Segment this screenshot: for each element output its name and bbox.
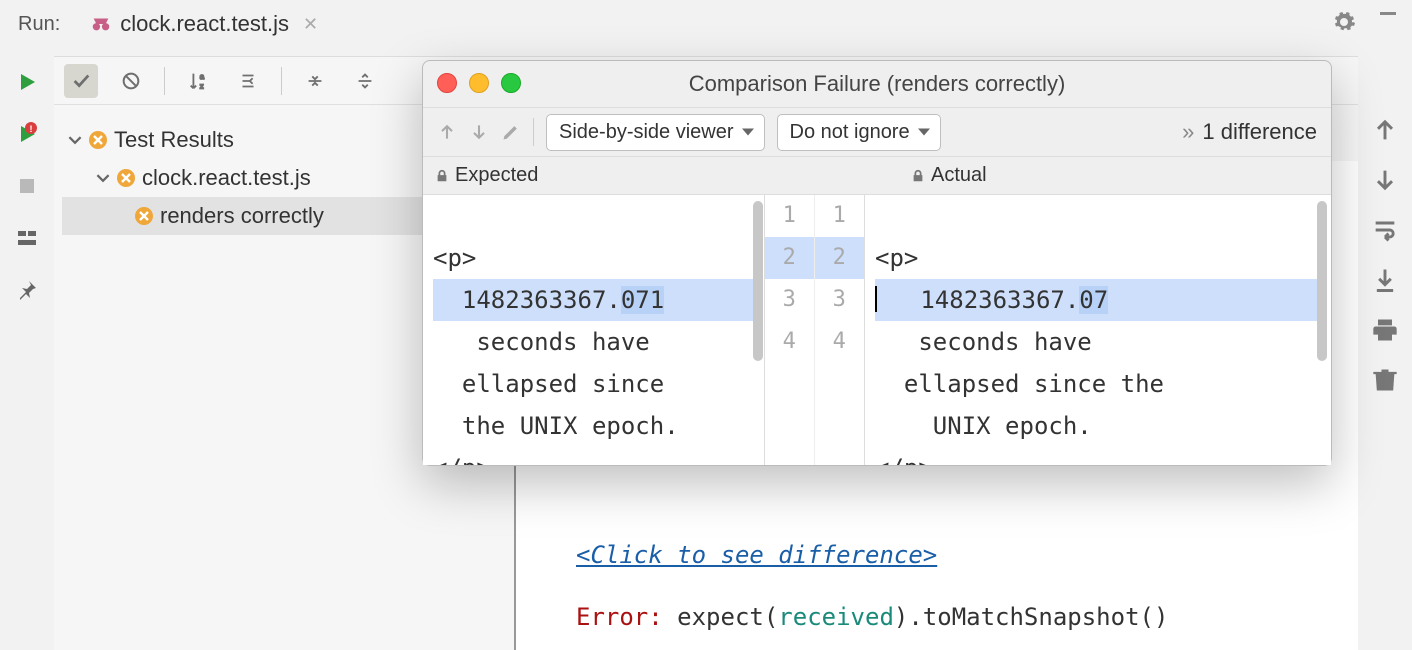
layout-icon[interactable] [15, 226, 39, 250]
close-icon[interactable]: ✕ [303, 14, 318, 35]
comparison-dialog: Comparison Failure (renders correctly) S… [422, 60, 1332, 466]
diff-count: » 1 difference [1182, 119, 1317, 145]
fail-icon [88, 130, 108, 150]
stop-icon[interactable] [15, 174, 39, 198]
separator [533, 118, 534, 146]
scrollbar[interactable] [1317, 201, 1327, 361]
line-gutters: 1234 1234 [765, 195, 865, 465]
window-close-icon[interactable] [437, 73, 457, 93]
collapse-all-icon[interactable] [298, 64, 332, 98]
show-ignored-toggle[interactable] [114, 64, 148, 98]
chevron-down-icon [96, 171, 110, 185]
console-error-line: Error: expect(received).toMatchSnapshot(… [576, 603, 1358, 631]
lock-icon [911, 169, 925, 183]
lock-icon [435, 169, 449, 183]
svg-text:!: ! [30, 124, 33, 134]
edit-icon[interactable] [501, 122, 521, 142]
window-controls [437, 73, 521, 93]
left-toolrail: ! [0, 56, 54, 650]
prev-diff-icon[interactable] [437, 122, 457, 142]
tree-test-label: renders correctly [160, 203, 324, 229]
dialog-toolbar: Side-by-side viewer Do not ignore » 1 di… [423, 107, 1331, 157]
gear-icon[interactable] [1332, 10, 1356, 34]
pin-icon[interactable] [15, 278, 39, 302]
run-icon[interactable] [15, 70, 39, 94]
fail-icon [134, 206, 154, 226]
run-config-tab[interactable]: clock.react.test.js ✕ [80, 5, 328, 43]
print-icon[interactable] [1371, 316, 1399, 344]
svg-text:a: a [200, 72, 205, 81]
arrow-up-icon[interactable] [1371, 116, 1399, 144]
trash-icon[interactable] [1371, 366, 1399, 394]
show-passed-toggle[interactable] [64, 64, 98, 98]
expand-icon[interactable] [231, 64, 265, 98]
expand-all-icon[interactable] [348, 64, 382, 98]
run-tabbar: Run: clock.react.test.js ✕ [0, 0, 1412, 48]
tree-root-label: Test Results [114, 127, 234, 153]
expected-header: Expected [423, 157, 871, 194]
arrow-down-icon[interactable] [1371, 166, 1399, 194]
see-difference-link[interactable]: <Click to see difference> [576, 541, 937, 569]
wrap-icon[interactable] [1371, 216, 1399, 244]
expected-pane[interactable]: <p> 1482363367.071 seconds have ellapsed… [423, 195, 765, 465]
run-label: Run: [10, 13, 68, 36]
ignore-mode-select[interactable]: Do not ignore [777, 114, 941, 151]
minimize-icon[interactable] [1380, 12, 1396, 15]
separator [281, 67, 282, 95]
jest-icon [90, 13, 112, 35]
chevron-down-icon [68, 133, 82, 147]
next-diff-icon[interactable] [469, 122, 489, 142]
fail-icon [116, 168, 136, 188]
window-zoom-icon[interactable] [501, 73, 521, 93]
separator [164, 67, 165, 95]
right-toolrail [1358, 56, 1412, 650]
viewer-mode-select[interactable]: Side-by-side viewer [546, 114, 765, 151]
tab-title: clock.react.test.js [120, 11, 289, 37]
dialog-titlebar[interactable]: Comparison Failure (renders correctly) [423, 61, 1331, 107]
diff-body: <p> 1482363367.071 seconds have ellapsed… [423, 195, 1331, 465]
svg-text:z: z [200, 81, 204, 90]
right-gutter: 1234 [815, 195, 865, 465]
sort-icon[interactable]: az [181, 64, 215, 98]
tree-file-label: clock.react.test.js [142, 165, 311, 191]
rerun-failed-icon[interactable]: ! [15, 122, 39, 146]
column-headers: Expected Actual [423, 157, 1331, 195]
scroll-end-icon[interactable] [1371, 266, 1399, 294]
left-gutter: 1234 [765, 195, 815, 465]
actual-pane[interactable]: <p> 1482363367.07 seconds have ellapsed … [865, 195, 1331, 465]
window-minimize-icon[interactable] [469, 73, 489, 93]
more-icon[interactable]: » [1182, 119, 1194, 145]
scrollbar[interactable] [753, 201, 763, 361]
dialog-title: Comparison Failure (renders correctly) [689, 71, 1066, 97]
actual-header: Actual [899, 157, 1331, 194]
